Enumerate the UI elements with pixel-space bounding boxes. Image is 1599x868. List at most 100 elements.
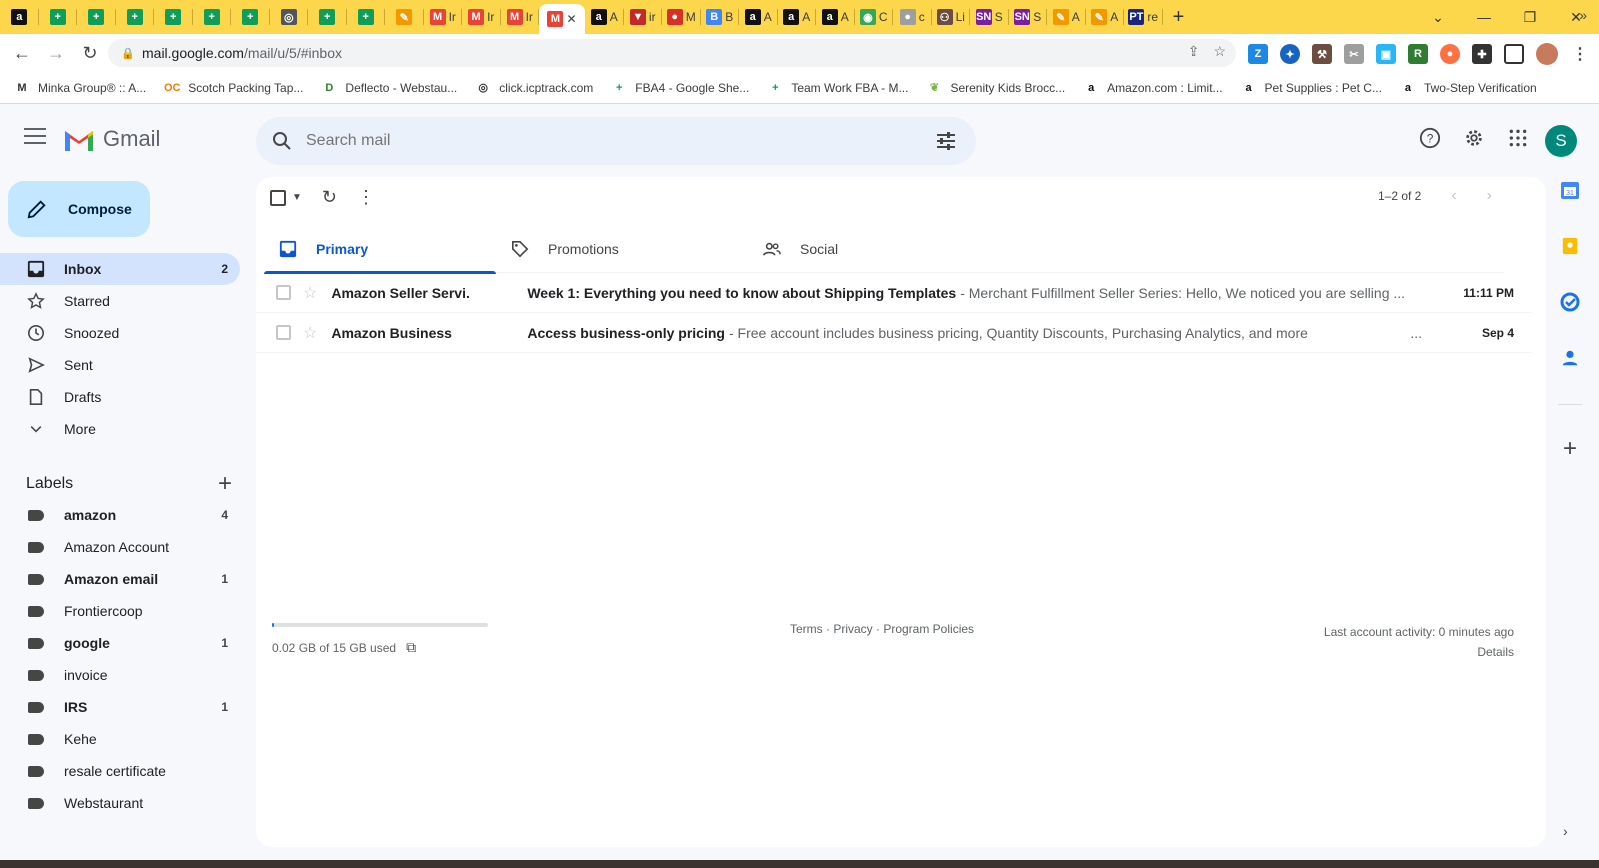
label-item[interactable]: Webstaurant — [0, 787, 240, 819]
show-side-panel-chevron-icon[interactable]: › — [1563, 823, 1568, 839]
browser-tab[interactable]: + — [154, 0, 193, 34]
star-icon[interactable]: ☆ — [303, 323, 317, 343]
browser-tab[interactable]: M ✕ — [539, 4, 585, 34]
browser-tab[interactable]: M Ir — [501, 0, 540, 34]
bookmarks-overflow-icon[interactable]: » — [1579, 7, 1587, 23]
browser-tab[interactable]: + — [231, 0, 270, 34]
tab-primary[interactable]: Primary — [264, 225, 496, 274]
nav-item-more[interactable]: More — [0, 413, 240, 445]
details-link[interactable]: Details — [1324, 642, 1514, 662]
tab-search-icon[interactable]: ⌄ — [1415, 9, 1461, 26]
browser-tab[interactable]: + — [116, 0, 155, 34]
bookmark-item[interactable]: a Pet Supplies : Pet C... — [1241, 80, 1381, 96]
bookmark-item[interactable]: OC Scotch Packing Tap... — [164, 80, 303, 96]
browser-menu-icon[interactable]: ⋮ — [1570, 44, 1590, 64]
search-input[interactable] — [306, 132, 906, 150]
help-icon[interactable]: ? — [1418, 126, 1442, 150]
close-window-icon[interactable]: ✕ — [1553, 9, 1599, 26]
label-item[interactable]: resale certificate — [0, 755, 240, 787]
label-item[interactable]: Amazon email 1 — [0, 563, 240, 595]
label-item[interactable]: Kehe — [0, 723, 240, 755]
bookmark-item[interactable]: + FBA4 - Google She... — [611, 80, 749, 96]
prev-page-icon[interactable]: ‹ — [1451, 187, 1456, 205]
restore-icon[interactable]: ❐ — [1507, 9, 1553, 26]
extension-tool-icon[interactable]: ⚒ — [1312, 44, 1332, 64]
extension-grey-icon[interactable]: ✂ — [1344, 44, 1364, 64]
settings-gear-icon[interactable] — [1462, 126, 1486, 150]
url-text[interactable]: mail.google.com/mail/u/5/#inbox — [142, 45, 342, 61]
bookmark-item[interactable]: ◎ click.icptrack.com — [475, 80, 593, 96]
browser-tab[interactable]: + — [193, 0, 232, 34]
email-checkbox[interactable] — [276, 285, 291, 300]
extension-rs-icon[interactable]: R — [1408, 44, 1428, 64]
calendar-icon[interactable]: 31 — [1560, 180, 1580, 200]
browser-tab[interactable]: aA — [816, 0, 855, 34]
tab-social[interactable]: Social — [748, 225, 1000, 273]
extension-image-icon[interactable]: ▣ — [1376, 44, 1396, 64]
browser-tab[interactable]: SN S — [970, 0, 1009, 34]
main-menu-icon[interactable] — [24, 128, 46, 146]
bookmark-item[interactable]: ❦ Serenity Kids Brocc... — [926, 80, 1065, 96]
gmail-logo[interactable]: Gmail — [63, 126, 160, 152]
label-item[interactable]: IRS 1 — [0, 691, 240, 723]
close-tab-icon[interactable]: ✕ — [566, 12, 576, 26]
browser-tab[interactable]: + — [77, 0, 116, 34]
add-addon-plus-icon[interactable]: + — [1550, 435, 1590, 463]
browser-tab[interactable]: ▼ ir — [624, 0, 663, 34]
label-item[interactable]: google 1 — [0, 627, 240, 659]
browser-tab[interactable]: M Ir — [462, 0, 501, 34]
bookmark-item[interactable]: a Two-Step Verification — [1400, 80, 1537, 96]
browser-tab[interactable]: ● c — [893, 0, 932, 34]
side-panel-icon[interactable] — [1504, 44, 1524, 64]
label-item[interactable]: Amazon Account — [0, 531, 240, 563]
bookmark-star-icon[interactable]: ☆ — [1213, 43, 1226, 60]
browser-tab[interactable]: PT re — [1124, 0, 1163, 34]
browser-tab[interactable]: M Ir — [424, 0, 463, 34]
nav-item-snoozed[interactable]: Snoozed — [0, 317, 240, 349]
new-tab-plus-icon[interactable]: + — [1163, 6, 1195, 29]
address-bar[interactable]: 🔒 mail.google.com/mail/u/5/#inbox ⇪ ☆ — [108, 39, 1236, 67]
tab-promotions[interactable]: Promotions — [496, 225, 748, 273]
nav-item-starred[interactable]: Starred — [0, 285, 240, 317]
extension-orange-icon[interactable]: ● — [1440, 44, 1460, 64]
lock-icon[interactable]: 🔒 — [114, 47, 142, 60]
refresh-icon[interactable]: ↻ — [322, 187, 337, 208]
browser-tab[interactable]: SN S — [1009, 0, 1048, 34]
more-vert-icon[interactable]: ⋮ — [357, 187, 375, 208]
minimize-icon[interactable]: — — [1461, 9, 1507, 25]
browser-tab[interactable]: aA — [739, 0, 778, 34]
browser-tab[interactable]: ● M — [662, 0, 701, 34]
browser-tab[interactable]: aA — [778, 0, 817, 34]
next-page-icon[interactable]: › — [1487, 187, 1492, 205]
create-label-plus-icon[interactable]: + — [218, 470, 232, 498]
search-icon[interactable] — [270, 129, 294, 153]
footer-links[interactable]: Terms · Privacy · Program Policies — [790, 622, 974, 636]
bookmark-item[interactable]: a Amazon.com : Limit... — [1083, 80, 1222, 96]
browser-tab[interactable]: + — [39, 0, 78, 34]
email-row[interactable]: ☆ Amazon Business Access business-only pri… — [256, 313, 1532, 353]
tasks-icon[interactable] — [1560, 292, 1580, 312]
search-bar[interactable] — [256, 117, 976, 165]
browser-tab[interactable]: ✎ A — [1047, 0, 1086, 34]
browser-profile-avatar[interactable] — [1536, 43, 1558, 65]
extension-zba-icon[interactable]: Z — [1248, 44, 1268, 64]
email-checkbox[interactable] — [276, 325, 291, 340]
star-icon[interactable]: ☆ — [303, 283, 317, 303]
browser-tab[interactable]: ◉ C — [855, 0, 894, 34]
label-item[interactable]: Frontiercoop — [0, 595, 240, 627]
nav-item-sent[interactable]: Sent — [0, 349, 240, 381]
search-options-icon[interactable] — [934, 129, 958, 153]
back-icon[interactable]: ← — [6, 37, 38, 69]
select-all-checkbox[interactable]: ▼ — [270, 189, 302, 206]
contacts-icon[interactable] — [1560, 348, 1580, 368]
nav-item-inbox[interactable]: Inbox 2 — [0, 253, 240, 285]
label-item[interactable]: amazon 4 — [0, 499, 240, 531]
extensions-puzzle-icon[interactable]: ✚ — [1472, 44, 1492, 64]
browser-tab[interactable]: ◎ — [270, 0, 309, 34]
open-external-icon[interactable]: ⧉ — [406, 639, 416, 656]
email-row[interactable]: ☆ Amazon Seller Servi. Week 1: Everything … — [256, 273, 1532, 313]
bookmark-item[interactable]: + Team Work FBA - M... — [767, 80, 908, 96]
extension-compass-icon[interactable]: ✦ — [1280, 44, 1300, 64]
forward-icon[interactable]: → — [40, 37, 72, 69]
browser-tab[interactable]: a — [0, 0, 39, 34]
